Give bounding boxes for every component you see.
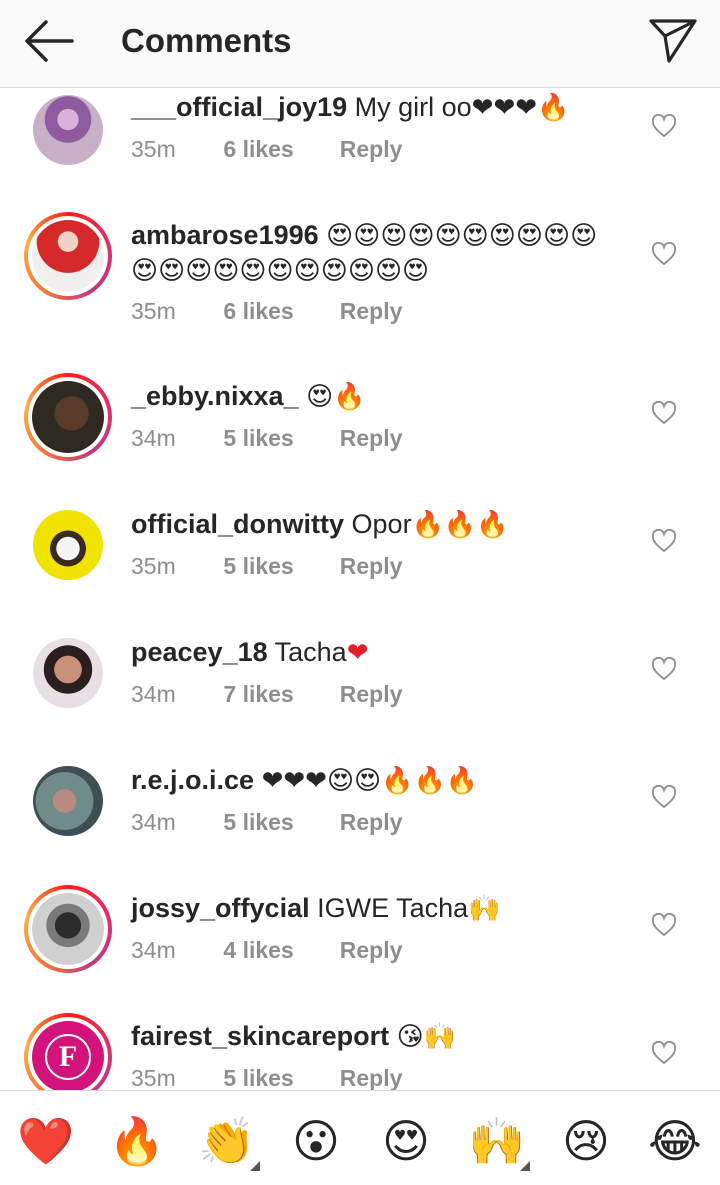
reaction-raised-hands-button[interactable]: 🙌: [468, 1113, 525, 1169]
comment-username[interactable]: jossy_offycial: [131, 893, 310, 923]
avatar[interactable]: [24, 629, 112, 717]
comment-time: 34m: [131, 681, 176, 707]
reaction-laughing-button[interactable]: 😂: [647, 1113, 703, 1169]
like-heart-icon[interactable]: [651, 401, 677, 425]
comment-time: 35m: [131, 136, 176, 162]
comment-username[interactable]: fairest_skincareport: [131, 1021, 389, 1051]
skin-tone-indicator-icon: [250, 1161, 260, 1171]
comment-item: ___official_joy19 My girl oo❤❤❤🔥 35m 6 l…: [0, 88, 720, 198]
reply-button[interactable]: Reply: [340, 298, 403, 325]
comment-time: 34m: [131, 425, 176, 451]
brand-logo: F: [45, 1034, 91, 1080]
comment-username[interactable]: _ebby.nixxa_: [131, 381, 299, 411]
comment-time: 35m: [131, 298, 176, 324]
comment-likes[interactable]: 5 likes: [223, 809, 333, 836]
like-heart-icon[interactable]: [651, 242, 677, 266]
comment-emoji: 🙌: [468, 894, 501, 924]
reaction-fire-button[interactable]: 🔥: [108, 1113, 165, 1169]
quick-reaction-bar: ❤️ 🔥 👏 😮 😍 🙌 😢 😂: [0, 1090, 720, 1185]
comment-text: Opor: [351, 509, 412, 539]
reply-button[interactable]: Reply: [340, 681, 403, 708]
avatar[interactable]: [24, 212, 112, 300]
like-heart-icon[interactable]: [651, 114, 677, 138]
comment-time: 34m: [131, 937, 176, 963]
like-heart-icon[interactable]: [651, 529, 677, 553]
reply-button[interactable]: Reply: [340, 136, 403, 163]
back-arrow-icon[interactable]: [22, 18, 74, 64]
comment-text: Tacha: [274, 637, 347, 667]
comment-likes[interactable]: 5 likes: [223, 1065, 333, 1090]
comment-item: jossy_offycial IGWE Tacha🙌 34m 4 likes R…: [0, 885, 720, 995]
reply-button[interactable]: Reply: [340, 1065, 403, 1090]
comment-item: _ebby.nixxa_ 😍🔥 34m 5 likes Reply: [0, 373, 720, 483]
reaction-clap-button[interactable]: 👏: [198, 1113, 255, 1169]
comment-username[interactable]: official_donwitty: [131, 509, 344, 539]
comment-text: My girl oo: [354, 92, 472, 122]
avatar[interactable]: [24, 757, 112, 845]
like-heart-icon[interactable]: [651, 913, 677, 937]
top-bar: Comments: [0, 0, 720, 88]
comment-emoji: 😘🙌: [396, 1022, 457, 1052]
comment-emoji: 🔥🔥🔥: [411, 510, 509, 540]
skin-tone-indicator-icon: [520, 1161, 530, 1171]
comment-item: peacey_18 Tacha❤ 34m 7 likes Reply: [0, 629, 720, 739]
comment-username[interactable]: peacey_18: [131, 637, 268, 667]
avatar[interactable]: [24, 885, 112, 973]
comment-list[interactable]: ___official_joy19 My girl oo❤❤❤🔥 35m 6 l…: [0, 88, 720, 1090]
comment-time: 35m: [131, 553, 176, 579]
reaction-sad-button[interactable]: 😢: [558, 1113, 614, 1169]
comment-likes[interactable]: 7 likes: [223, 681, 333, 708]
reply-button[interactable]: Reply: [340, 809, 403, 836]
page-title: Comments: [121, 22, 292, 59]
comment-username[interactable]: r.e.j.o.i.ce: [131, 765, 254, 795]
direct-send-icon[interactable]: [648, 16, 698, 64]
comment-emoji: ❤❤❤😍😍🔥🔥🔥: [261, 766, 479, 796]
like-heart-icon[interactable]: [651, 1041, 677, 1065]
avatar[interactable]: [24, 373, 112, 461]
comment-emoji: 😍🔥: [306, 382, 366, 412]
reply-button[interactable]: Reply: [340, 937, 403, 964]
comment-emoji: ❤❤❤🔥: [471, 93, 570, 123]
avatar[interactable]: F: [24, 1013, 112, 1090]
avatar[interactable]: [24, 501, 112, 589]
reply-button[interactable]: Reply: [340, 425, 403, 452]
comment-emoji: ❤: [346, 638, 369, 668]
comment-likes[interactable]: 6 likes: [223, 298, 333, 325]
comment-time: 35m: [131, 1065, 176, 1090]
comment-item: official_donwitty Opor🔥🔥🔥 35m 5 likes Re…: [0, 501, 720, 611]
comment-item: r.e.j.o.i.ce ❤❤❤😍😍🔥🔥🔥 34m 5 likes Reply: [0, 757, 720, 867]
comment-likes[interactable]: 4 likes: [223, 937, 333, 964]
comment-text: IGWE Tacha: [317, 893, 469, 923]
reaction-surprised-button[interactable]: 😮: [288, 1113, 344, 1169]
like-heart-icon[interactable]: [651, 785, 677, 809]
comment-username[interactable]: ___official_joy19: [131, 92, 347, 122]
like-heart-icon[interactable]: [651, 657, 677, 681]
comment-item: ambarose1996 😍😍😍😍😍😍😍😍😍😍😍😍😍😍😍😍😍😍😍😍😍 35m 6…: [0, 212, 720, 362]
comment-likes[interactable]: 5 likes: [223, 425, 333, 452]
comment-likes[interactable]: 5 likes: [223, 553, 333, 580]
comment-username[interactable]: ambarose1996: [131, 220, 319, 250]
comment-likes[interactable]: 6 likes: [223, 136, 333, 163]
reaction-heart-eyes-button[interactable]: 😍: [378, 1113, 434, 1169]
comment-item: F fairest_skincareport 😘🙌 35m 5 likes Re…: [0, 1013, 720, 1090]
comment-time: 34m: [131, 809, 176, 835]
reaction-heart-button[interactable]: ❤️: [17, 1113, 74, 1169]
reply-button[interactable]: Reply: [340, 553, 403, 580]
avatar[interactable]: [24, 88, 112, 174]
